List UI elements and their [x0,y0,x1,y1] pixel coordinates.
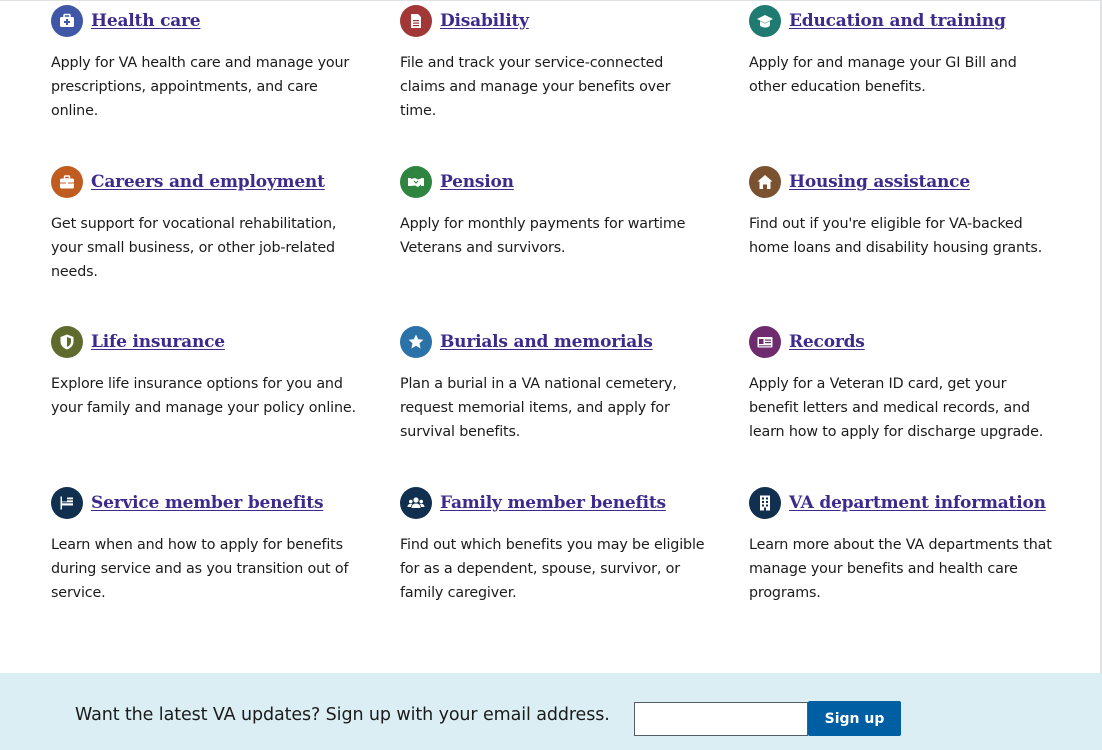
benefit-card-service-member: Service member benefits Learn when and h… [51,487,356,605]
briefcase-icon [51,166,83,198]
family-member-benefits-link[interactable]: Family member benefits [440,493,666,513]
document-icon [400,5,432,37]
id-card-icon [749,326,781,358]
pension-description: Apply for monthly payments for wartime V… [400,216,686,256]
people-icon [400,487,432,519]
benefit-card-careers: Careers and employment Get support for v… [51,166,356,284]
va-department-information-link[interactable]: VA department information [789,493,1046,513]
benefit-card-life-insurance: Life insurance Explore life insurance op… [51,326,356,420]
benefit-card-burials: Burials and memorials Plan a burial in a… [400,326,705,444]
records-description: Apply for a Veteran ID card, get your be… [749,376,1044,440]
email-input[interactable] [634,702,808,736]
building-icon [749,487,781,519]
benefit-card-disability: Disability File and track your service-c… [400,5,705,123]
signup-prompt: Want the latest VA updates? Sign up with… [75,705,610,725]
life-insurance-description: Explore life insurance options for you a… [51,376,356,416]
top-border [0,0,1102,1]
housing-description: Find out if you're eligible for VA-backe… [749,216,1043,256]
benefit-card-education: Education and training Apply for and man… [749,5,1054,99]
sign-up-button[interactable]: Sign up [808,701,901,736]
burials-description: Plan a burial in a VA national cemetery,… [400,376,677,440]
pension-link[interactable]: Pension [440,172,514,192]
burials-and-memorials-link[interactable]: Burials and memorials [440,332,653,352]
disability-link[interactable]: Disability [440,11,529,31]
service-member-benefits-link[interactable]: Service member benefits [91,493,324,513]
medical-kit-icon [51,5,83,37]
housing-assistance-link[interactable]: Housing assistance [789,172,970,192]
records-link[interactable]: Records [789,332,865,352]
department-info-description: Learn more about the VA departments that… [749,537,1052,601]
shield-icon [51,326,83,358]
family-member-description: Find out which benefits you may be eligi… [400,537,705,601]
home-icon [749,166,781,198]
disability-description: File and track your service-connected cl… [400,55,671,119]
star-icon [400,326,432,358]
careers-description: Get support for vocational rehabilitatio… [51,216,337,280]
benefit-card-records: Records Apply for a Veteran ID card, get… [749,326,1054,444]
email-signup-banner: Want the latest VA updates? Sign up with… [0,673,1102,750]
education-and-training-link[interactable]: Education and training [789,11,1006,31]
education-description: Apply for and manage your GI Bill and ot… [749,55,1017,95]
flag-icon [51,487,83,519]
benefit-card-pension: Pension Apply for monthly payments for w… [400,166,705,260]
graduation-cap-icon [749,5,781,37]
health-care-link[interactable]: Health care [91,11,201,31]
benefit-card-health-care: Health care Apply for VA health care and… [51,5,356,123]
handshake-icon [400,166,432,198]
benefit-card-department-info: VA department information Learn more abo… [749,487,1054,605]
benefit-card-housing: Housing assistance Find out if you're el… [749,166,1054,260]
benefit-card-family-member: Family member benefits Find out which be… [400,487,705,605]
service-member-description: Learn when and how to apply for benefits… [51,537,349,601]
careers-and-employment-link[interactable]: Careers and employment [91,172,325,192]
health-care-description: Apply for VA health care and manage your… [51,55,350,119]
life-insurance-link[interactable]: Life insurance [91,332,225,352]
